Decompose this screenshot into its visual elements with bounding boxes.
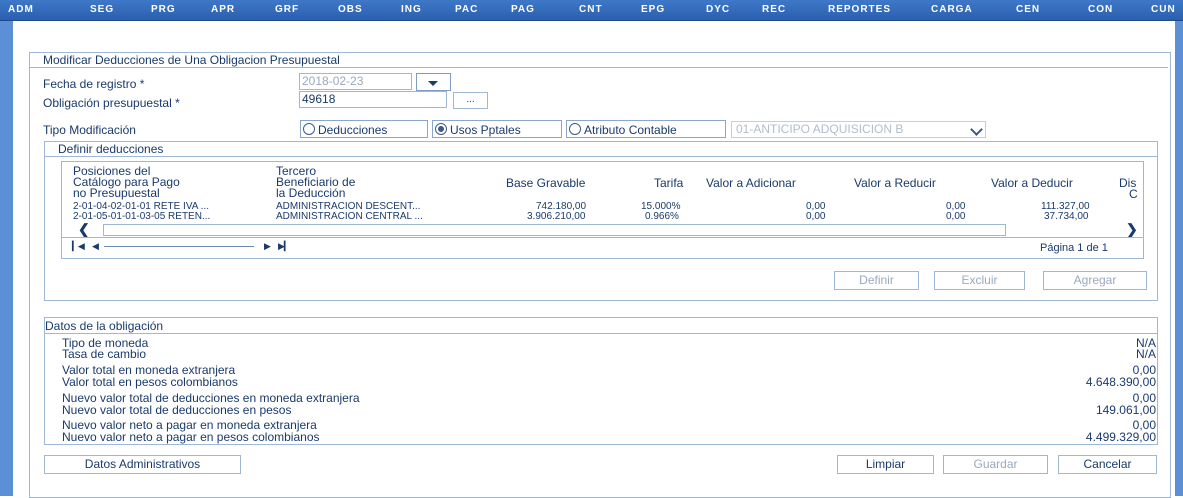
- table-row-2-base[interactable]: 3.906.210,00: [527, 212, 585, 222]
- pager-slider[interactable]: [104, 246, 254, 247]
- atributo-contable-value: 01-ANTICIPO ADQUISICION B: [736, 122, 904, 136]
- radio-atributo-contable-label: Atributo Contable: [584, 123, 677, 137]
- pager-last-icon[interactable]: ▶▎: [278, 241, 291, 252]
- datos-label-nuevo-deducciones-pesos: Nuevo valor total de deducciones en peso…: [62, 403, 292, 417]
- guardar-button[interactable]: Guardar: [943, 455, 1048, 474]
- pager-status: Página 1 de 1: [1040, 242, 1108, 254]
- fecha-label: Fecha de registro *: [43, 77, 145, 91]
- nav-item-apr[interactable]: APR: [211, 4, 235, 15]
- horizontal-scrollbar[interactable]: [103, 224, 1006, 236]
- nav-item-reportes[interactable]: REPORTES: [828, 4, 891, 15]
- chevron-down-icon: [428, 81, 438, 86]
- datos-obligacion-title: Datos de la obligación: [45, 319, 164, 333]
- col-header-dis-line2: C: [1129, 187, 1138, 201]
- col-header-tercero-line3: la Deducción: [276, 186, 346, 200]
- nav-item-dyc[interactable]: DYC: [706, 4, 730, 15]
- nav-item-cnt[interactable]: CNT: [579, 4, 603, 15]
- nav-item-pac[interactable]: PAC: [455, 4, 478, 15]
- datos-value-nuevo-neto-pesos: 4.499.329,00: [1085, 430, 1156, 444]
- nav-item-prg[interactable]: PRG: [151, 4, 176, 15]
- radio-usos-pptales[interactable]: [435, 123, 447, 135]
- scroll-left-icon[interactable]: ❮: [78, 222, 90, 236]
- radio-usos-pptales-wrap[interactable]: Usos Pptales: [432, 120, 562, 138]
- nav-item-grf[interactable]: GRF: [275, 4, 299, 15]
- obligacion-lookup-button[interactable]: ...: [453, 92, 488, 109]
- table-row-2-reducir[interactable]: 0,00: [946, 212, 965, 222]
- definir-button[interactable]: Definir: [834, 271, 919, 290]
- table-row-2-tercero[interactable]: ADMINISTRACION CENTRAL ...: [276, 212, 423, 222]
- nav-item-adm[interactable]: ADM: [8, 4, 34, 15]
- radio-atributo-contable[interactable]: [569, 123, 581, 135]
- nav-item-rec[interactable]: REC: [762, 4, 786, 15]
- table-row-2-tarifa[interactable]: 0.966%: [645, 212, 679, 222]
- radio-deducciones-label: Deducciones: [318, 123, 388, 137]
- nav-item-obs[interactable]: OBS: [338, 4, 363, 15]
- nav-item-cun[interactable]: CUN: [1151, 4, 1176, 15]
- col-header-valor-reducir: Valor a Reducir: [854, 176, 936, 190]
- radio-deducciones[interactable]: [303, 123, 315, 135]
- col-header-tercero: Tercero Beneficiario de la Deducción: [276, 165, 355, 200]
- table-row-2-adicionar[interactable]: 0,00: [806, 212, 825, 222]
- cancelar-button[interactable]: Cancelar: [1058, 455, 1157, 474]
- excluir-button[interactable]: Excluir: [934, 271, 1025, 290]
- col-header-dis: Dis C: [1119, 177, 1138, 201]
- right-frame-bar: [1175, 21, 1183, 496]
- datos-value-tasa-cambio: N/A: [1135, 347, 1156, 361]
- col-header-base-gravable: Base Gravable: [506, 176, 586, 190]
- col-header-tarifa: Tarifa: [654, 176, 684, 190]
- datos-value-valor-total-pesos: 4.648.390,00: [1085, 375, 1156, 389]
- obligacion-field[interactable]: 49618: [299, 91, 447, 108]
- definir-deducciones-title: Definir deducciones: [58, 142, 164, 156]
- datos-label-tasa-cambio: Tasa de cambio: [62, 347, 147, 361]
- datos-label-valor-total-pesos: Valor total en pesos colombianos: [62, 375, 238, 389]
- top-navigation-bar: ADM SEG PRG APR GRF OBS ING PAC PAG CNT …: [0, 0, 1183, 21]
- radio-atributo-contable-wrap[interactable]: Atributo Contable: [566, 120, 726, 138]
- panel-title: Modificar Deducciones de Una Obligacion …: [30, 53, 1168, 68]
- col-header-valor-adicionar: Valor a Adicionar: [706, 176, 796, 190]
- datos-value-nuevo-deducciones-pesos: 149.061,00: [1095, 403, 1156, 417]
- datos-obligacion-header: [44, 317, 1158, 334]
- limpiar-button[interactable]: Limpiar: [837, 455, 934, 474]
- col-header-posiciones-line3: no Presupuestal: [73, 186, 160, 200]
- datos-administrativos-button[interactable]: Datos Administrativos: [44, 455, 241, 474]
- table-row-2-posicion[interactable]: 2-01-05-01-01-03-05 RETEN...: [73, 212, 210, 222]
- left-frame-bar: [0, 21, 13, 496]
- nav-item-cen[interactable]: CEN: [1016, 4, 1040, 15]
- col-header-valor-deducir: Valor a Deducir: [991, 176, 1073, 190]
- pager-next-icon[interactable]: ▶: [264, 241, 271, 252]
- datos-label-nuevo-neto-pesos: Nuevo valor neto a pagar en pesos colomb…: [62, 430, 320, 444]
- agregar-button[interactable]: Agregar: [1043, 271, 1147, 290]
- atributo-contable-select[interactable]: 01-ANTICIPO ADQUISICION B: [731, 121, 986, 138]
- table-row-2-deducir[interactable]: 37.734,00: [1044, 212, 1089, 222]
- pager-first-icon[interactable]: ▎◀: [72, 241, 85, 252]
- nav-item-epg[interactable]: EPG: [641, 4, 665, 15]
- tipo-modificacion-label: Tipo Modificación: [43, 123, 136, 137]
- fecha-registro-field[interactable]: 2018-02-23: [299, 73, 412, 90]
- pager-prev-icon[interactable]: ◀: [92, 241, 99, 252]
- date-picker-button[interactable]: [416, 73, 451, 91]
- grid-divider: [62, 237, 1144, 238]
- nav-item-ing[interactable]: ING: [401, 4, 422, 15]
- nav-item-seg[interactable]: SEG: [90, 4, 114, 15]
- nav-item-carga[interactable]: CARGA: [931, 4, 973, 15]
- radio-deducciones-wrap[interactable]: Deducciones: [300, 120, 428, 138]
- nav-item-con[interactable]: CON: [1088, 4, 1113, 15]
- nav-item-pag[interactable]: PAG: [511, 4, 535, 15]
- deducciones-grid: [61, 161, 1144, 259]
- col-header-posiciones: Posiciones del Catálogo para Pago no Pre…: [73, 165, 180, 200]
- chevron-down-icon: [970, 123, 983, 136]
- scroll-right-icon[interactable]: ❯: [1126, 222, 1138, 236]
- obligacion-label: Obligación presupuestal *: [43, 96, 180, 110]
- radio-usos-pptales-label: Usos Pptales: [450, 123, 521, 137]
- definir-deducciones-header: [44, 141, 1158, 157]
